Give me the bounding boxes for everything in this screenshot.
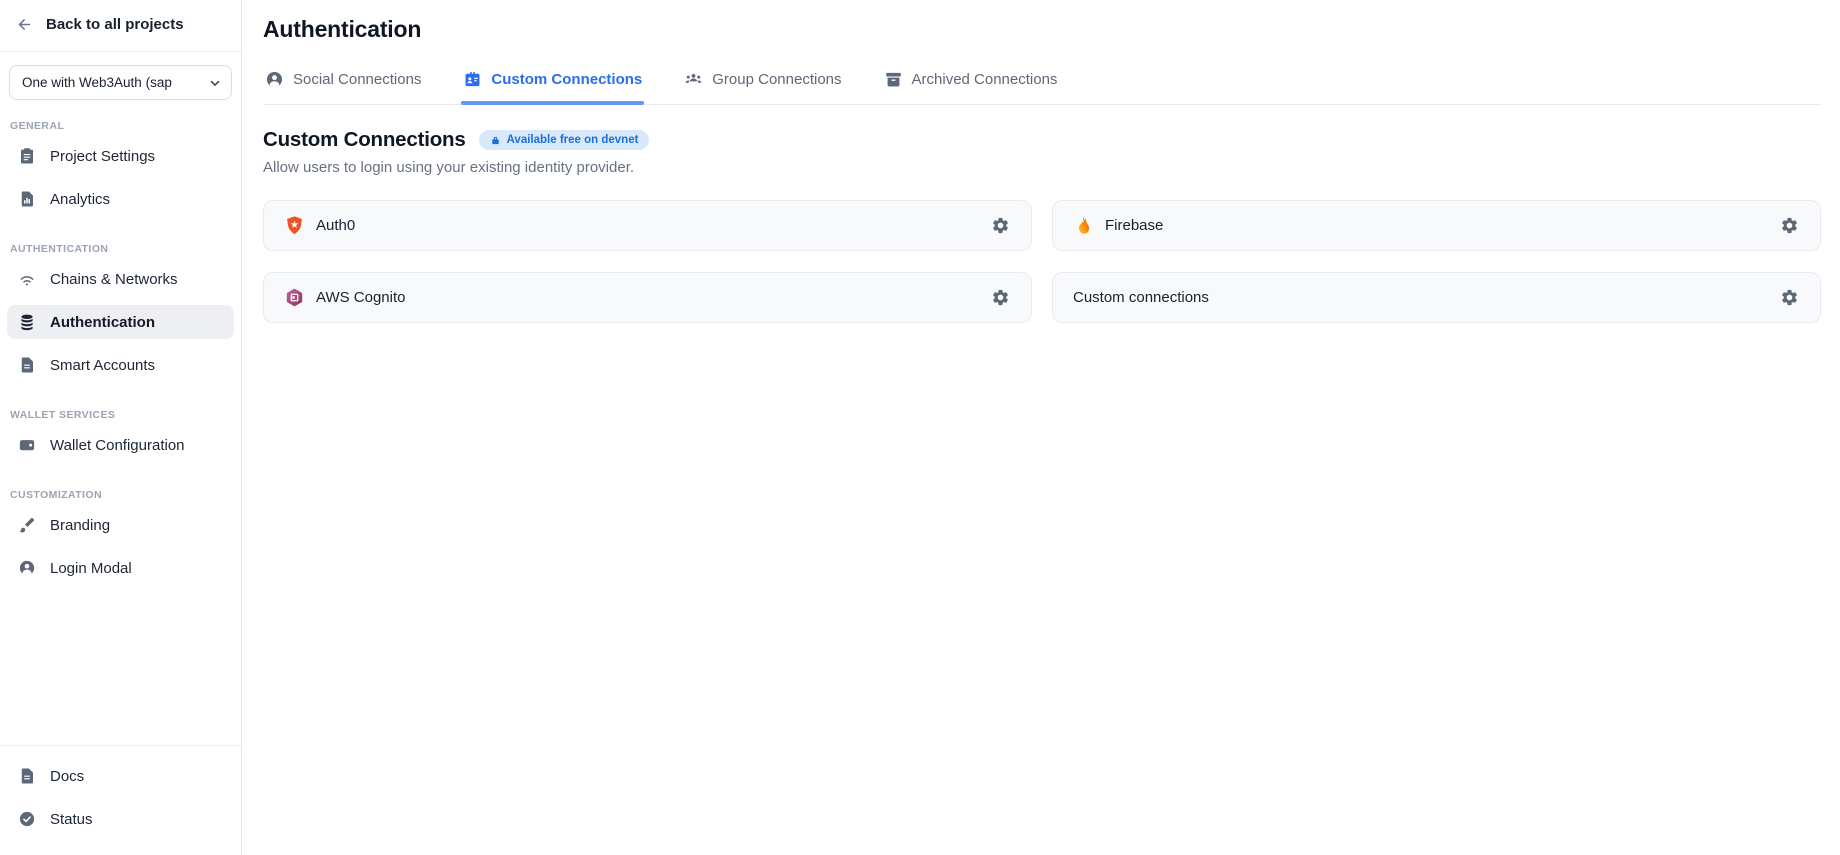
analytics-doc-icon [18,190,36,208]
sidebar-item-chains-networks[interactable]: Chains & Networks [7,262,234,296]
card-auth0[interactable]: Auth0 [263,200,1032,251]
sidebar-item-label: Authentication [50,314,155,331]
card-left: Custom connections [1073,289,1209,306]
chevron-down-icon [208,76,222,90]
card-left: Auth0 [284,215,355,236]
check-circle-icon [18,810,36,828]
card-label: AWS Cognito [316,289,405,306]
card-aws-cognito[interactable]: AWS Cognito [263,272,1032,323]
tab-label: Social Connections [293,71,421,88]
sidebar-footer: Docs Status [0,745,241,855]
gear-icon[interactable] [987,212,1014,239]
back-label: Back to all projects [46,16,184,33]
tab-label: Custom Connections [491,71,642,88]
sidebar-item-label: Analytics [50,191,110,208]
sidebar-item-label: Status [50,811,93,828]
card-left: AWS Cognito [284,287,405,308]
user-circle-icon [18,559,36,577]
card-firebase[interactable]: Firebase [1052,200,1821,251]
tab-custom-connections[interactable]: Custom Connections [461,68,644,104]
sidebar-item-label: Wallet Configuration [50,437,185,454]
sidebar: Back to all projects One with Web3Auth (… [0,0,242,855]
tab-bar: Social Connections Custom Connections Gr… [263,68,1821,105]
sidebar-item-label: Chains & Networks [50,271,178,288]
tab-label: Archived Connections [912,71,1058,88]
main-content: Authentication Social Connections Custom… [242,0,1840,855]
project-selector-value: One with Web3Auth (sap [22,75,204,90]
id-badge-icon [463,70,482,89]
wifi-icon [18,270,36,288]
gear-icon[interactable] [1776,284,1803,311]
sidebar-item-status[interactable]: Status [7,802,234,836]
devnet-badge: Available free on devnet [479,130,650,150]
arrow-left-icon [16,16,33,33]
card-left: Firebase [1073,215,1163,236]
sidebar-item-label: Project Settings [50,148,155,165]
clipboard-icon [18,147,36,165]
app-root: Back to all projects One with Web3Auth (… [0,0,1840,855]
sidebar-item-label: Login Modal [50,560,132,577]
gear-icon[interactable] [1776,212,1803,239]
document-icon [18,356,36,374]
tab-archived-connections[interactable]: Archived Connections [882,68,1060,104]
connection-cards: Auth0 Firebase [263,200,1821,323]
section-label-wallet-services: WALLET SERVICES [0,391,241,428]
page-title: Authentication [263,16,1821,43]
card-custom-connections[interactable]: Custom connections [1052,272,1821,323]
lock-icon [490,135,501,146]
sidebar-item-label: Branding [50,517,110,534]
tab-social-connections[interactable]: Social Connections [263,68,423,104]
brush-icon [18,516,36,534]
sidebar-item-authentication[interactable]: Authentication [7,305,234,339]
document-icon [18,767,36,785]
person-circle-icon [265,70,284,89]
sidebar-item-smart-accounts[interactable]: Smart Accounts [7,348,234,382]
devnet-badge-label: Available free on devnet [507,134,639,146]
section-heading: Custom Connections [263,128,466,152]
aws-cognito-logo-icon [284,287,305,308]
section-label-general: GENERAL [0,102,241,139]
sidebar-item-analytics[interactable]: Analytics [7,182,234,216]
archive-box-icon [884,70,903,89]
section-label-customization: CUSTOMIZATION [0,471,241,508]
section-description: Allow users to login using your existing… [263,159,1821,176]
card-label: Auth0 [316,217,355,234]
sidebar-item-wallet-configuration[interactable]: Wallet Configuration [7,428,234,462]
card-label: Firebase [1105,217,1163,234]
sidebar-item-label: Smart Accounts [50,357,155,374]
sidebar-item-docs[interactable]: Docs [7,759,234,793]
wallet-icon [18,436,36,454]
database-icon [18,313,36,331]
sidebar-item-login-modal[interactable]: Login Modal [7,551,234,585]
tab-label: Group Connections [712,71,841,88]
card-label: Custom connections [1073,289,1209,306]
tab-group-connections[interactable]: Group Connections [682,68,843,104]
project-selector[interactable]: One with Web3Auth (sap [9,65,232,100]
people-group-icon [684,70,703,89]
sidebar-item-project-settings[interactable]: Project Settings [7,139,234,173]
section-header: Custom Connections Available free on dev… [263,128,1821,152]
section-label-authentication: AUTHENTICATION [0,225,241,262]
back-to-projects-link[interactable]: Back to all projects [0,0,241,52]
gear-icon[interactable] [987,284,1014,311]
sidebar-item-branding[interactable]: Branding [7,508,234,542]
firebase-logo-icon [1073,215,1094,236]
auth0-logo-icon [284,215,305,236]
sidebar-item-label: Docs [50,768,84,785]
